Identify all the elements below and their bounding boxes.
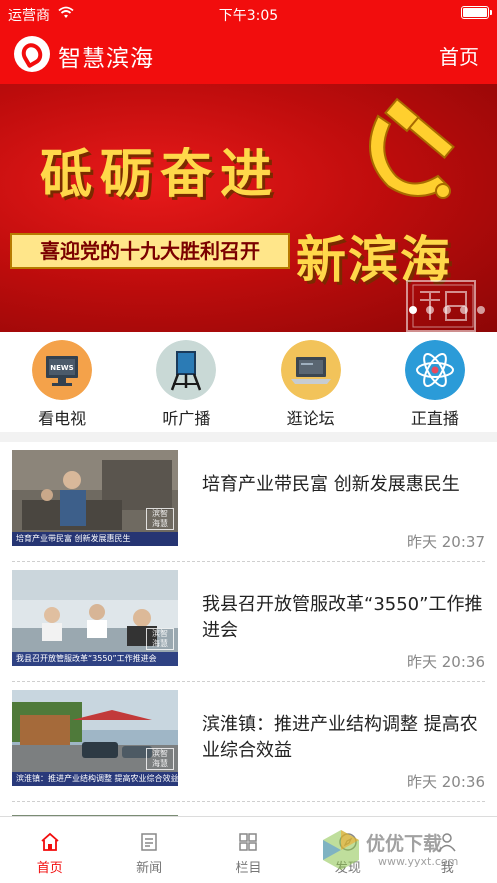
tab-news[interactable]: 新闻 [99, 817, 198, 883]
carousel-dot[interactable] [477, 306, 485, 314]
quick-nav: NEWS 看电视 听广播 逛论坛 正直播 [0, 332, 497, 432]
app-title: 智慧滨海 [58, 46, 154, 72]
news-item[interactable]: 滨淮镇：推进产业结构调整 提高农业综合效益 滨智 海慧 滨淮镇：推进产业结构调整 … [0, 682, 497, 802]
nav-bar: 智慧滨海 首页 [0, 26, 497, 84]
news-thumbnail: 我县召开放管服改革“3550”工作推进会 滨智 海慧 [12, 570, 178, 666]
news-thumbnail: 培育产业带民富 创新发展惠民生 滨智 海慧 [12, 450, 178, 546]
banner-subline: 喜迎党的十九大胜利召开 [10, 233, 290, 269]
app-logo-icon [14, 36, 50, 72]
banner-headline: 砥砺奋进 [40, 145, 281, 205]
hammer-sickle-emblem [369, 97, 455, 199]
grid-icon [239, 833, 258, 851]
quick-nav-live[interactable]: 正直播 [373, 332, 497, 432]
quick-nav-forum[interactable]: 逛论坛 [249, 332, 373, 432]
watermark-url: www.yyxt.com [378, 855, 459, 868]
news-time: 昨天 20:37 [407, 533, 485, 551]
news-time: 昨天 20:36 [407, 653, 485, 671]
home-link[interactable]: 首页 [439, 41, 479, 70]
carousel-dots [409, 306, 485, 314]
news-thumbnail: 滨淮镇：推进产业结构调整 提高农业综合效益 滨智 海慧 [12, 690, 178, 786]
carousel-dot[interactable] [426, 306, 434, 314]
thumbnail-caption: 滨淮镇：推进产业结构调整 提高农业综合效益 [12, 772, 178, 786]
battery-icon [461, 6, 489, 19]
tv-news-icon: NEWS [32, 340, 93, 400]
banner-carousel[interactable]: 砥砺奋进 喜迎党的十九大胜利召开 新滨海 [0, 84, 497, 332]
quick-nav-label: 逛论坛 [286, 409, 335, 428]
thumbnail-caption: 我县召开放管服改革“3550”工作推进会 [12, 652, 178, 666]
news-time: 昨天 20:36 [407, 773, 485, 791]
news-item[interactable]: 我县召开放管服改革“3550”工作推进会 滨智 海慧 我县召开放管服改革“3550… [0, 562, 497, 682]
banner-subline-text: 喜迎党的十九大胜利召开 [40, 239, 260, 263]
download-site-watermark: 优优下载 www.yyxt.com [318, 823, 494, 879]
thumbnail-caption: 培育产业带民富 创新发展惠民生 [12, 532, 178, 546]
tab-label: 新闻 [136, 861, 163, 876]
status-time: 下午3:05 [218, 8, 279, 24]
tab-label: 首页 [36, 861, 63, 876]
thumbnail-seal: 滨智 海慧 [146, 508, 174, 530]
thumbnail-seal: 滨智 海慧 [146, 748, 174, 770]
home-icon [41, 832, 59, 851]
quick-nav-radio[interactable]: 听广播 [124, 332, 248, 432]
tab-columns[interactable]: 栏目 [199, 817, 298, 883]
carousel-dot[interactable] [460, 306, 468, 314]
tab-home[interactable]: 首页 [0, 817, 99, 883]
news-title: 培育产业带民富 创新发展惠民生 [202, 474, 460, 495]
quick-nav-label: 正直播 [410, 409, 459, 428]
carousel-dot[interactable] [443, 306, 451, 314]
tab-label: 栏目 [235, 861, 262, 876]
thumbnail-seal: 滨智 海慧 [146, 628, 174, 650]
news-item[interactable]: 培育产业带民富 创新发展惠民生 滨智 海慧 培育产业带民富 创新发展惠民生 昨天 … [0, 442, 497, 562]
section-divider [0, 432, 497, 442]
laptop-icon [280, 340, 341, 400]
atom-icon [404, 340, 465, 400]
news-title: 滨淮镇：推进产业结构调整 提高农业综合效益 [202, 714, 478, 761]
radio-easel-icon [156, 340, 217, 400]
svg-text:NEWS: NEWS [50, 364, 73, 372]
news-title: 我县召开放管服改革“3550”工作推进会 [202, 594, 483, 641]
status-bar: 运营商 下午3:05 [0, 0, 497, 26]
battery-tip [490, 10, 492, 15]
watermark-logo-icon [323, 830, 359, 870]
news-icon [141, 833, 157, 851]
carousel-dot[interactable] [409, 306, 417, 314]
watermark-text: 优优下载 [366, 833, 443, 855]
quick-nav-label: 听广播 [162, 409, 211, 428]
news-item-partial[interactable] [0, 802, 497, 820]
quick-nav-label: 看电视 [38, 409, 87, 428]
quick-nav-tv[interactable]: NEWS 看电视 [0, 332, 124, 432]
